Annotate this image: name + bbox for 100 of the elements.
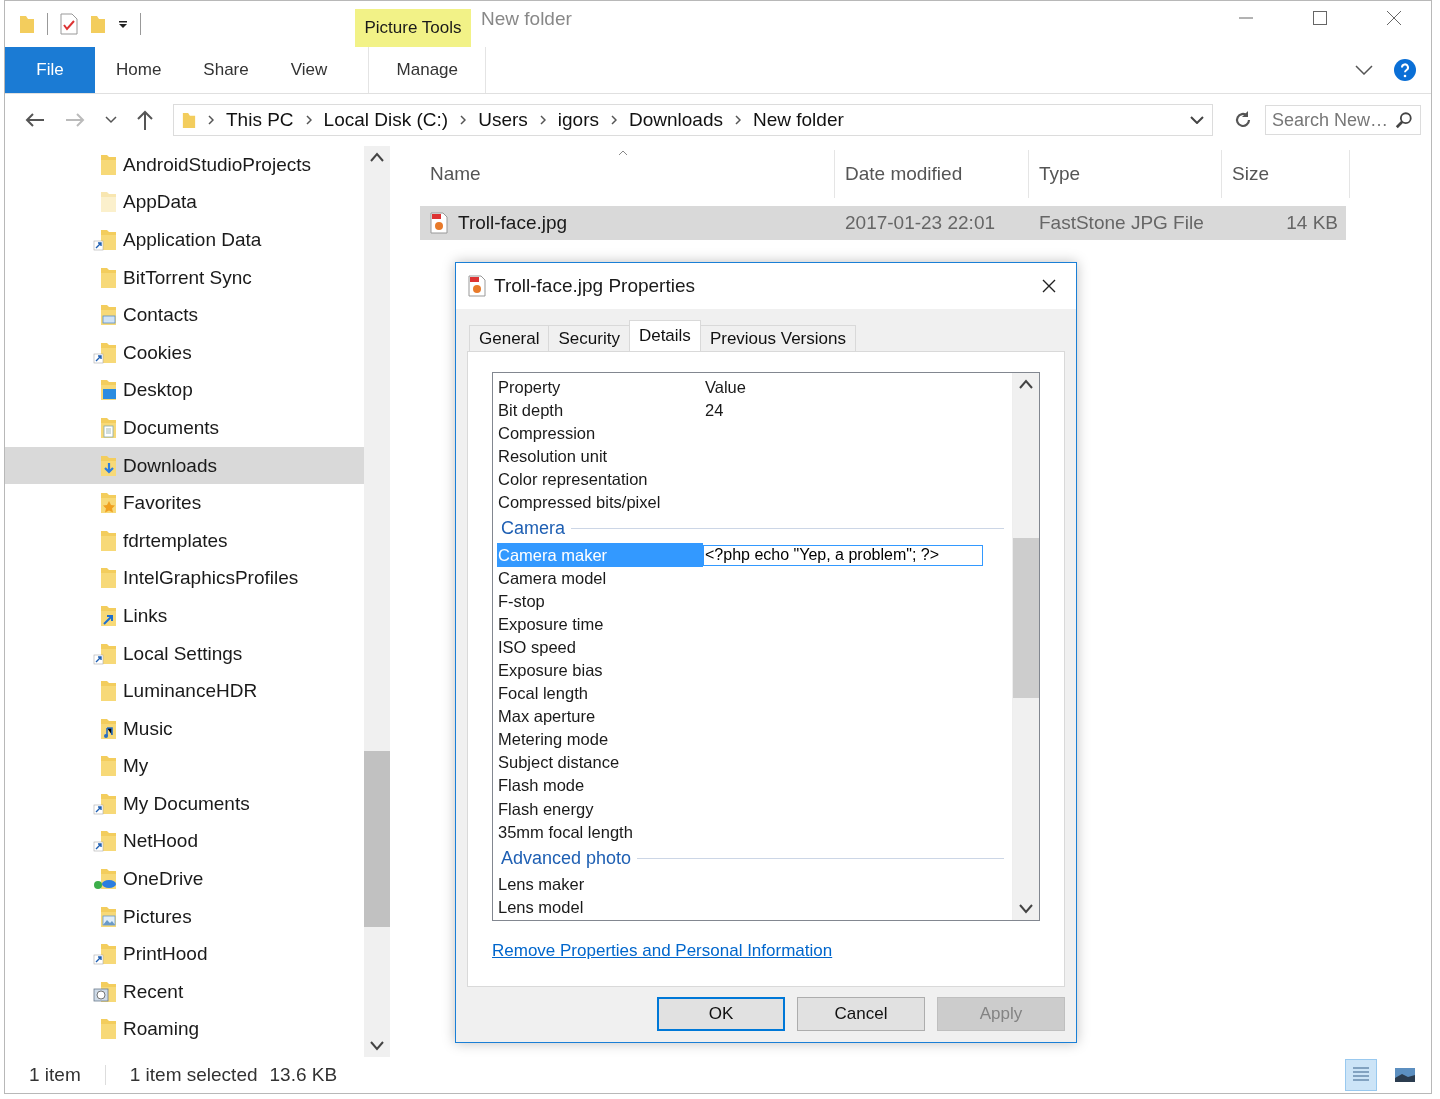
property-name[interactable]: Resolution unit — [497, 445, 703, 469]
property-name[interactable]: Exposure time — [497, 612, 703, 636]
column-header[interactable]: Size — [1222, 150, 1350, 198]
navigation-item[interactable]: Roaming — [5, 1010, 364, 1049]
navigation-item[interactable]: Contacts — [5, 296, 364, 334]
navigation-item[interactable]: PrintHood — [5, 935, 364, 974]
help-icon[interactable] — [1393, 58, 1417, 82]
navigation-item[interactable]: Documents — [5, 409, 364, 447]
property-name[interactable]: Color representation — [497, 468, 703, 492]
breadcrumb[interactable]: Local Disk (C:) — [323, 109, 449, 131]
folder-icon — [93, 341, 119, 364]
remove-properties-link[interactable]: Remove Properties and Personal Information — [492, 941, 833, 961]
column-header[interactable]: Date modified — [835, 150, 1029, 198]
navigation-item[interactable]: Links — [5, 597, 364, 635]
recent-locations-icon[interactable] — [105, 116, 117, 124]
navigation-item[interactable]: AppData — [5, 183, 364, 222]
properties-icon[interactable] — [60, 13, 78, 35]
chevron-icon[interactable] — [305, 115, 312, 125]
scroll-down-icon[interactable] — [1019, 904, 1033, 914]
dialog-tab[interactable]: Details — [628, 320, 701, 351]
value-field[interactable]: <?php echo "Yep, a problem"; ?> — [703, 544, 983, 566]
folder-icon — [93, 229, 119, 251]
dialog-tab[interactable]: General — [469, 325, 550, 351]
property-name[interactable]: Exposure bias — [497, 658, 703, 683]
folder-icon — [93, 830, 119, 853]
chevron-icon[interactable] — [734, 115, 741, 125]
navigation-item[interactable]: fdrtemplates — [5, 521, 364, 560]
navigation-item[interactable]: My Documents — [5, 785, 364, 823]
navigation-item[interactable]: OneDrive — [5, 860, 364, 898]
property-name[interactable]: F-stop — [497, 589, 703, 613]
file-row[interactable]: Troll-face.jpg 2017-01-23 22:01 FastStone JPG File 14 KB — [420, 206, 1346, 240]
scrollbar-thumb[interactable] — [364, 750, 390, 927]
navigation-item[interactable]: IntelGraphicsProfiles — [5, 559, 364, 598]
ribbon-tab[interactable]: View — [269, 47, 349, 93]
search-field[interactable]: Search New… — [1265, 105, 1421, 135]
column-header[interactable]: Type — [1029, 150, 1222, 198]
file-name: Troll-face.jpg — [458, 212, 568, 234]
column-header[interactable]: Property — [497, 375, 703, 399]
property-name[interactable]: ISO speed — [497, 635, 703, 659]
navigation-item[interactable]: NetHood — [5, 822, 364, 861]
refresh-icon[interactable] — [1233, 110, 1253, 130]
dialog-tab[interactable]: Previous Versions — [699, 325, 856, 351]
breadcrumb[interactable]: Users — [478, 109, 528, 131]
folder-icon — [182, 110, 196, 130]
breadcrumb[interactable]: New folder — [752, 109, 844, 131]
ribbon-tab[interactable]: Manage — [368, 47, 487, 93]
property-name[interactable]: Camera model — [497, 566, 703, 590]
navigation-item[interactable]: BitTorrent Sync — [5, 258, 364, 297]
property-name[interactable]: Lens model — [497, 895, 703, 919]
property-name[interactable]: Flash energy — [497, 797, 703, 821]
property-name[interactable]: Compression — [497, 422, 703, 446]
navigation-item[interactable]: Downloads — [5, 446, 364, 485]
property-name[interactable]: 35mm focal length — [497, 820, 703, 844]
maximize-icon[interactable] — [1313, 11, 1327, 25]
property-name[interactable]: Focal length — [497, 682, 703, 706]
navigation-item[interactable]: Cookies — [5, 333, 364, 372]
chevron-icon[interactable] — [460, 115, 467, 125]
property-name[interactable]: Metering mode — [497, 728, 703, 752]
back-icon[interactable] — [25, 113, 45, 127]
column-header[interactable]: Value — [703, 377, 746, 397]
chevron-icon[interactable] — [539, 115, 546, 125]
breadcrumb[interactable]: Downloads — [628, 109, 723, 131]
scroll-down-icon[interactable] — [370, 1041, 384, 1051]
ribbon-tab[interactable]: Share — [182, 47, 270, 93]
property-name[interactable]: Compressed bits/pixel — [497, 491, 703, 515]
address-bar[interactable]: This PC Local Disk (C:) Users igors Downloads New folder — [173, 104, 1213, 136]
navigation-item[interactable]: AndroidStudioProjects — [5, 146, 364, 184]
property-name[interactable]: Flash mode — [497, 774, 703, 798]
property-name[interactable]: Subject distance — [497, 751, 703, 775]
property-name[interactable]: Max aperture — [497, 705, 703, 729]
breadcrumb[interactable]: This PC — [226, 109, 294, 131]
ribbon-tab[interactable]: Home — [95, 47, 183, 93]
close-icon[interactable] — [1042, 279, 1056, 293]
navigation-item[interactable]: LuminanceHDR — [5, 672, 364, 710]
chevron-icon[interactable] — [610, 115, 617, 125]
up-icon[interactable] — [137, 110, 153, 130]
navigation-item[interactable]: Application Data — [5, 221, 364, 259]
expand-ribbon-icon[interactable] — [1355, 65, 1373, 75]
history-dropdown-icon[interactable] — [1190, 116, 1204, 124]
scrollbar-thumb[interactable] — [1013, 538, 1039, 698]
navigation-item[interactable]: Favorites — [5, 484, 364, 522]
property-name[interactable]: Lens maker — [497, 872, 703, 896]
navigation-item[interactable]: Desktop — [5, 371, 364, 410]
navigation-item[interactable]: Local Settings — [5, 634, 364, 673]
selection-size: 13.6 KB — [269, 1064, 338, 1086]
dialog-button[interactable]: OK — [657, 997, 785, 1031]
chevron-icon[interactable] — [208, 115, 214, 125]
scroll-up-icon[interactable] — [1019, 379, 1033, 389]
navigation-item[interactable]: Music — [5, 709, 364, 748]
column-header[interactable]: Name — [420, 150, 835, 198]
navigation-item[interactable]: Pictures — [5, 897, 364, 936]
breadcrumb[interactable]: igors — [557, 109, 599, 131]
navigation-item[interactable]: My — [5, 747, 364, 786]
scroll-up-icon[interactable] — [370, 152, 384, 162]
property-name[interactable]: Bit depth — [497, 399, 703, 423]
dialog-button[interactable]: Cancel — [797, 997, 925, 1031]
customize-dropdown-icon[interactable] — [118, 19, 128, 29]
ribbon-tab[interactable]: File — [5, 47, 95, 93]
folder-icon — [93, 792, 119, 815]
navigation-item[interactable]: Recent — [5, 973, 364, 1011]
